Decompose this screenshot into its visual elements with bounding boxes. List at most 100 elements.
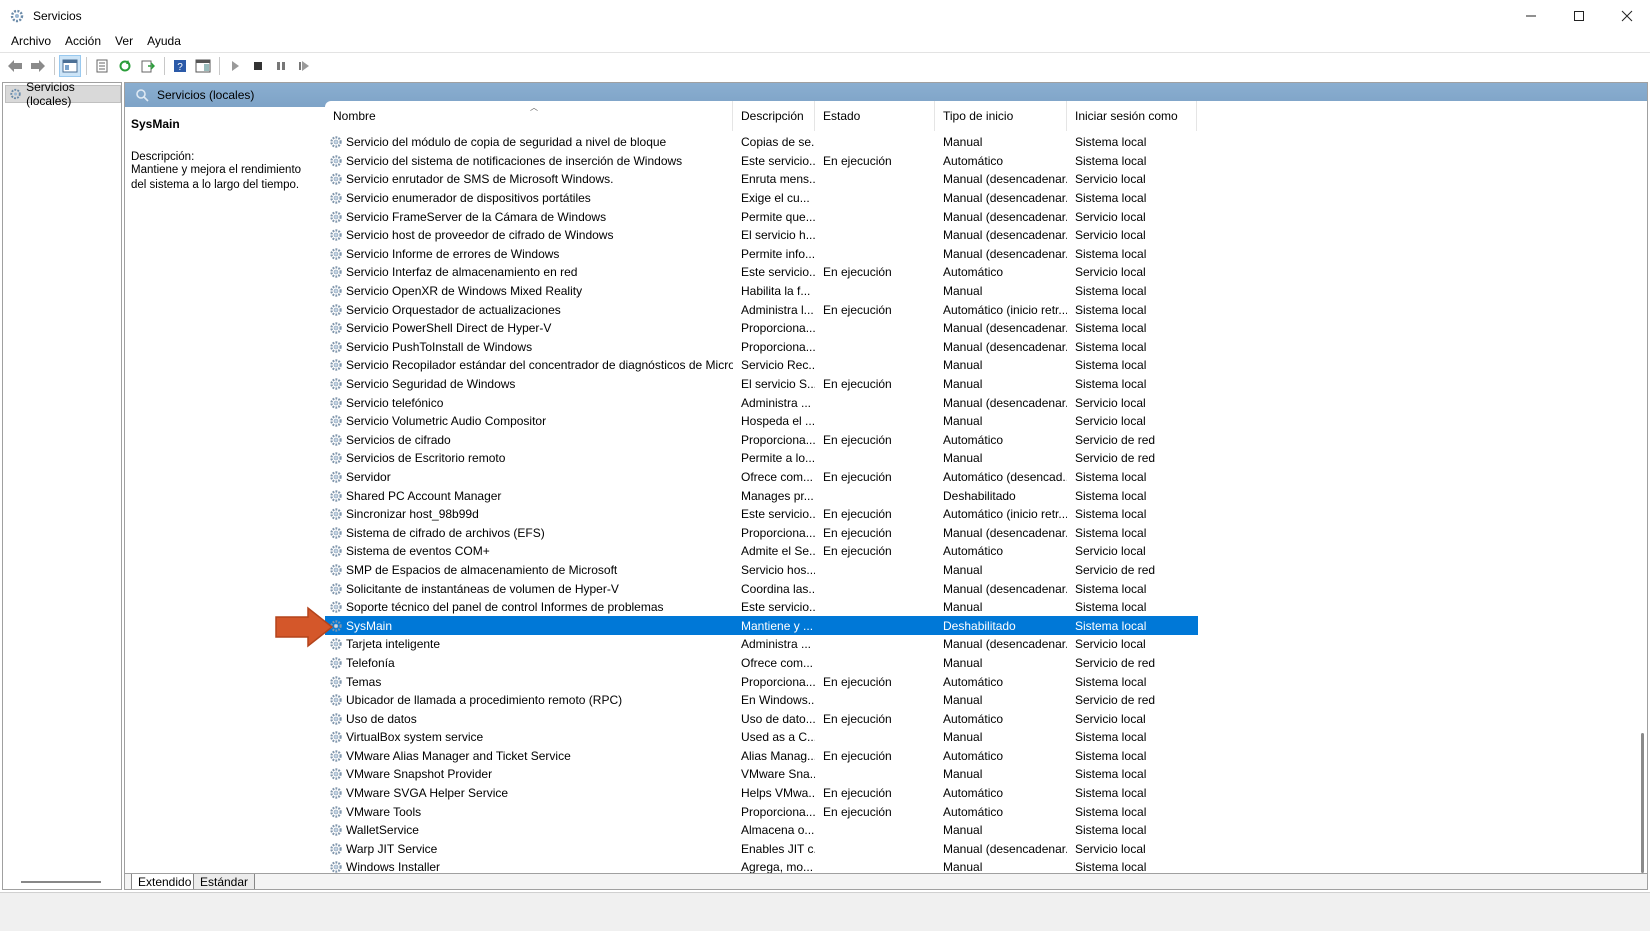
show-hide-button[interactable]: [192, 55, 214, 77]
table-row[interactable]: Tarjeta inteligente Administra ... Manual …: [325, 635, 1647, 654]
table-row[interactable]: Servicio PushToInstall de Windows Proporc…: [325, 338, 1647, 357]
refresh-button[interactable]: [114, 55, 136, 77]
cell-name: Warp JIT Service: [325, 842, 733, 856]
services-list: Nombre ︿ Descripción Estado Tipo de inic…: [325, 101, 1647, 883]
cell-description: Administra ...: [741, 637, 812, 652]
table-row[interactable]: Servicio Orquestador de actualizaciones A…: [325, 300, 1647, 319]
table-row[interactable]: Servicios de cifrado Proporciona... En eje…: [325, 431, 1647, 450]
back-button[interactable]: [4, 55, 26, 77]
table-row[interactable]: Sistema de eventos COM+ Admite el Se... En…: [325, 542, 1647, 561]
table-row[interactable]: Soporte técnico del panel de control Inf…: [325, 598, 1647, 617]
cell-startup-type: Automático: [943, 711, 1004, 726]
cell-logon-as: Sistema local: [1075, 191, 1147, 206]
table-row[interactable]: SMP de Espacios de almacenamiento de Mic…: [325, 561, 1647, 580]
table-row[interactable]: Servicio PowerShell Direct de Hyper-V Pro…: [325, 319, 1647, 338]
gear-icon: [330, 359, 342, 372]
cell-description: Este servicio...: [741, 265, 815, 280]
menu-accion[interactable]: Acción: [58, 34, 108, 48]
cell-logon-as: Sistema local: [1075, 339, 1147, 354]
table-row[interactable]: Servicio Volumetric Audio Compositor Hosp…: [325, 412, 1647, 431]
help-button[interactable]: ?: [169, 55, 191, 77]
cell-logon-as: Servicio de red: [1075, 451, 1156, 466]
table-row[interactable]: Telefonía Ofrece com... Manual Servicio de …: [325, 654, 1647, 673]
table-row[interactable]: Solicitante de instantáneas de volumen d…: [325, 579, 1647, 598]
gear-icon: [330, 322, 342, 334]
gear-icon: [330, 266, 342, 279]
start-service-button[interactable]: [224, 55, 246, 77]
scrollbar-thumb[interactable]: [1641, 733, 1644, 873]
cell-startup-type: Automático: [943, 786, 1004, 801]
table-row[interactable]: Servicio Informe de errores de Windows Pe…: [325, 245, 1647, 264]
properties-button[interactable]: [91, 55, 113, 77]
table-row[interactable]: VMware SVGA Helper Service Helps VMwa... E…: [325, 784, 1647, 803]
table-row[interactable]: VMware Snapshot Provider VMware Sna... Man…: [325, 765, 1647, 784]
cell-startup-type: Manual: [943, 655, 983, 670]
menu-ayuda[interactable]: Ayuda: [140, 34, 188, 48]
table-row[interactable]: Servicio OpenXR de Windows Mixed Reality…: [325, 282, 1647, 301]
tree-scrollbar[interactable]: [21, 881, 101, 883]
table-row[interactable]: VMware Alias Manager and Ticket Service A…: [325, 747, 1647, 766]
table-row[interactable]: Servicio host de proveedor de cifrado de…: [325, 226, 1647, 245]
table-row-selected[interactable]: SysMain Mantiene y ... Deshabilitado Sistem…: [325, 616, 1198, 636]
cell-logon-as: Sistema local: [1075, 302, 1147, 317]
table-row[interactable]: Sincronizar host_98b99d Este servicio... E…: [325, 505, 1647, 524]
cell-description: Coordina las...: [741, 581, 815, 596]
table-row[interactable]: WalletService Almacena o... Manual Sistema …: [325, 821, 1647, 840]
table-row[interactable]: VMware Tools Proporciona... En ejecución Au…: [325, 802, 1647, 821]
maximize-icon: [1574, 10, 1584, 21]
forward-button[interactable]: [27, 55, 49, 77]
column-header-tipo-inicio[interactable]: Tipo de inicio: [935, 101, 1067, 131]
tree-item-servicios-locales[interactable]: Servicios (locales): [5, 80, 121, 108]
gear-icon: [330, 508, 342, 520]
table-row[interactable]: Temas Proporciona... En ejecución Automátic…: [325, 672, 1647, 691]
gear-icon: [330, 582, 342, 595]
maximize-button[interactable]: [1556, 0, 1602, 31]
menu-archivo[interactable]: Archivo: [4, 34, 58, 48]
menu-ver[interactable]: Ver: [108, 34, 140, 48]
toolbar-separator: [54, 56, 55, 75]
table-row[interactable]: Servicio del sistema de notificaciones d…: [325, 152, 1647, 171]
cell-name: Servicio Volumetric Audio Compositor: [325, 414, 733, 428]
cell-description: Enruta mens...: [741, 172, 815, 187]
minimize-button[interactable]: [1508, 0, 1554, 31]
column-header-estado[interactable]: Estado: [815, 101, 935, 131]
table-row[interactable]: Servicio Recopilador estándar del concen…: [325, 356, 1647, 375]
vertical-scrollbar[interactable]: [1636, 121, 1646, 881]
table-row[interactable]: Servicio FrameServer de la Cámara de Win…: [325, 207, 1647, 226]
table-row[interactable]: Servicio Seguridad de Windows El servicio…: [325, 375, 1647, 394]
table-row[interactable]: VirtualBox system service Used as a C... M…: [325, 728, 1647, 747]
table-row[interactable]: Warp JIT Service Enables JIT c... Manual (…: [325, 840, 1647, 859]
table-row[interactable]: Servicio del módulo de copia de segurida…: [325, 133, 1647, 152]
close-button[interactable]: [1604, 0, 1650, 31]
cell-startup-type: Manual (desencadenar...: [943, 395, 1067, 410]
pause-service-button[interactable]: [270, 55, 292, 77]
table-row[interactable]: Servicio telefónico Administra ... Manual …: [325, 393, 1647, 412]
cell-name: Sincronizar host_98b99d: [325, 507, 733, 521]
cell-name: SysMain: [325, 619, 733, 633]
table-row[interactable]: Servicio enrutador de SMS de Microsoft W…: [325, 170, 1647, 189]
cell-logon-as: Sistema local: [1075, 823, 1147, 838]
cell-startup-type: Automático: [943, 544, 1004, 559]
cell-name: Servicio OpenXR de Windows Mixed Reality: [325, 284, 733, 298]
table-row[interactable]: Ubicador de llamada a procedimiento remo…: [325, 691, 1647, 710]
console-tree-button[interactable]: [59, 54, 81, 77]
table-row[interactable]: Shared PC Account Manager Manages pr... De…: [325, 486, 1647, 505]
table-row[interactable]: Servicios de Escritorio remoto Permite a …: [325, 449, 1647, 468]
stop-service-button[interactable]: [247, 55, 269, 77]
column-header-iniciar-sesion[interactable]: Iniciar sesión como: [1067, 101, 1197, 131]
description-text: Mantiene y mejora el rendimiento del sis…: [131, 164, 302, 191]
tab-estandar[interactable]: Estándar: [193, 874, 256, 889]
table-row[interactable]: Servidor Ofrece com... En ejecución Automát…: [325, 468, 1647, 487]
cell-logon-as: Sistema local: [1075, 581, 1147, 596]
export-button[interactable]: [137, 55, 159, 77]
table-row[interactable]: Sistema de cifrado de archivos (EFS) Prop…: [325, 523, 1647, 542]
table-row[interactable]: Servicio Interfaz de almacenamiento en r…: [325, 263, 1647, 282]
table-row[interactable]: Uso de datos Uso de dato... En ejecución Au…: [325, 709, 1647, 728]
restart-service-button[interactable]: [293, 55, 315, 77]
table-row[interactable]: Servicio enumerador de dispositivos port…: [325, 189, 1647, 208]
column-header-nombre[interactable]: Nombre ︿: [325, 101, 733, 131]
column-header-descripcion[interactable]: Descripción: [733, 101, 815, 131]
tab-extendido[interactable]: Extendido: [131, 874, 199, 889]
cell-logon-as: Sistema local: [1075, 246, 1147, 261]
cell-startup-type: Manual: [943, 451, 983, 466]
